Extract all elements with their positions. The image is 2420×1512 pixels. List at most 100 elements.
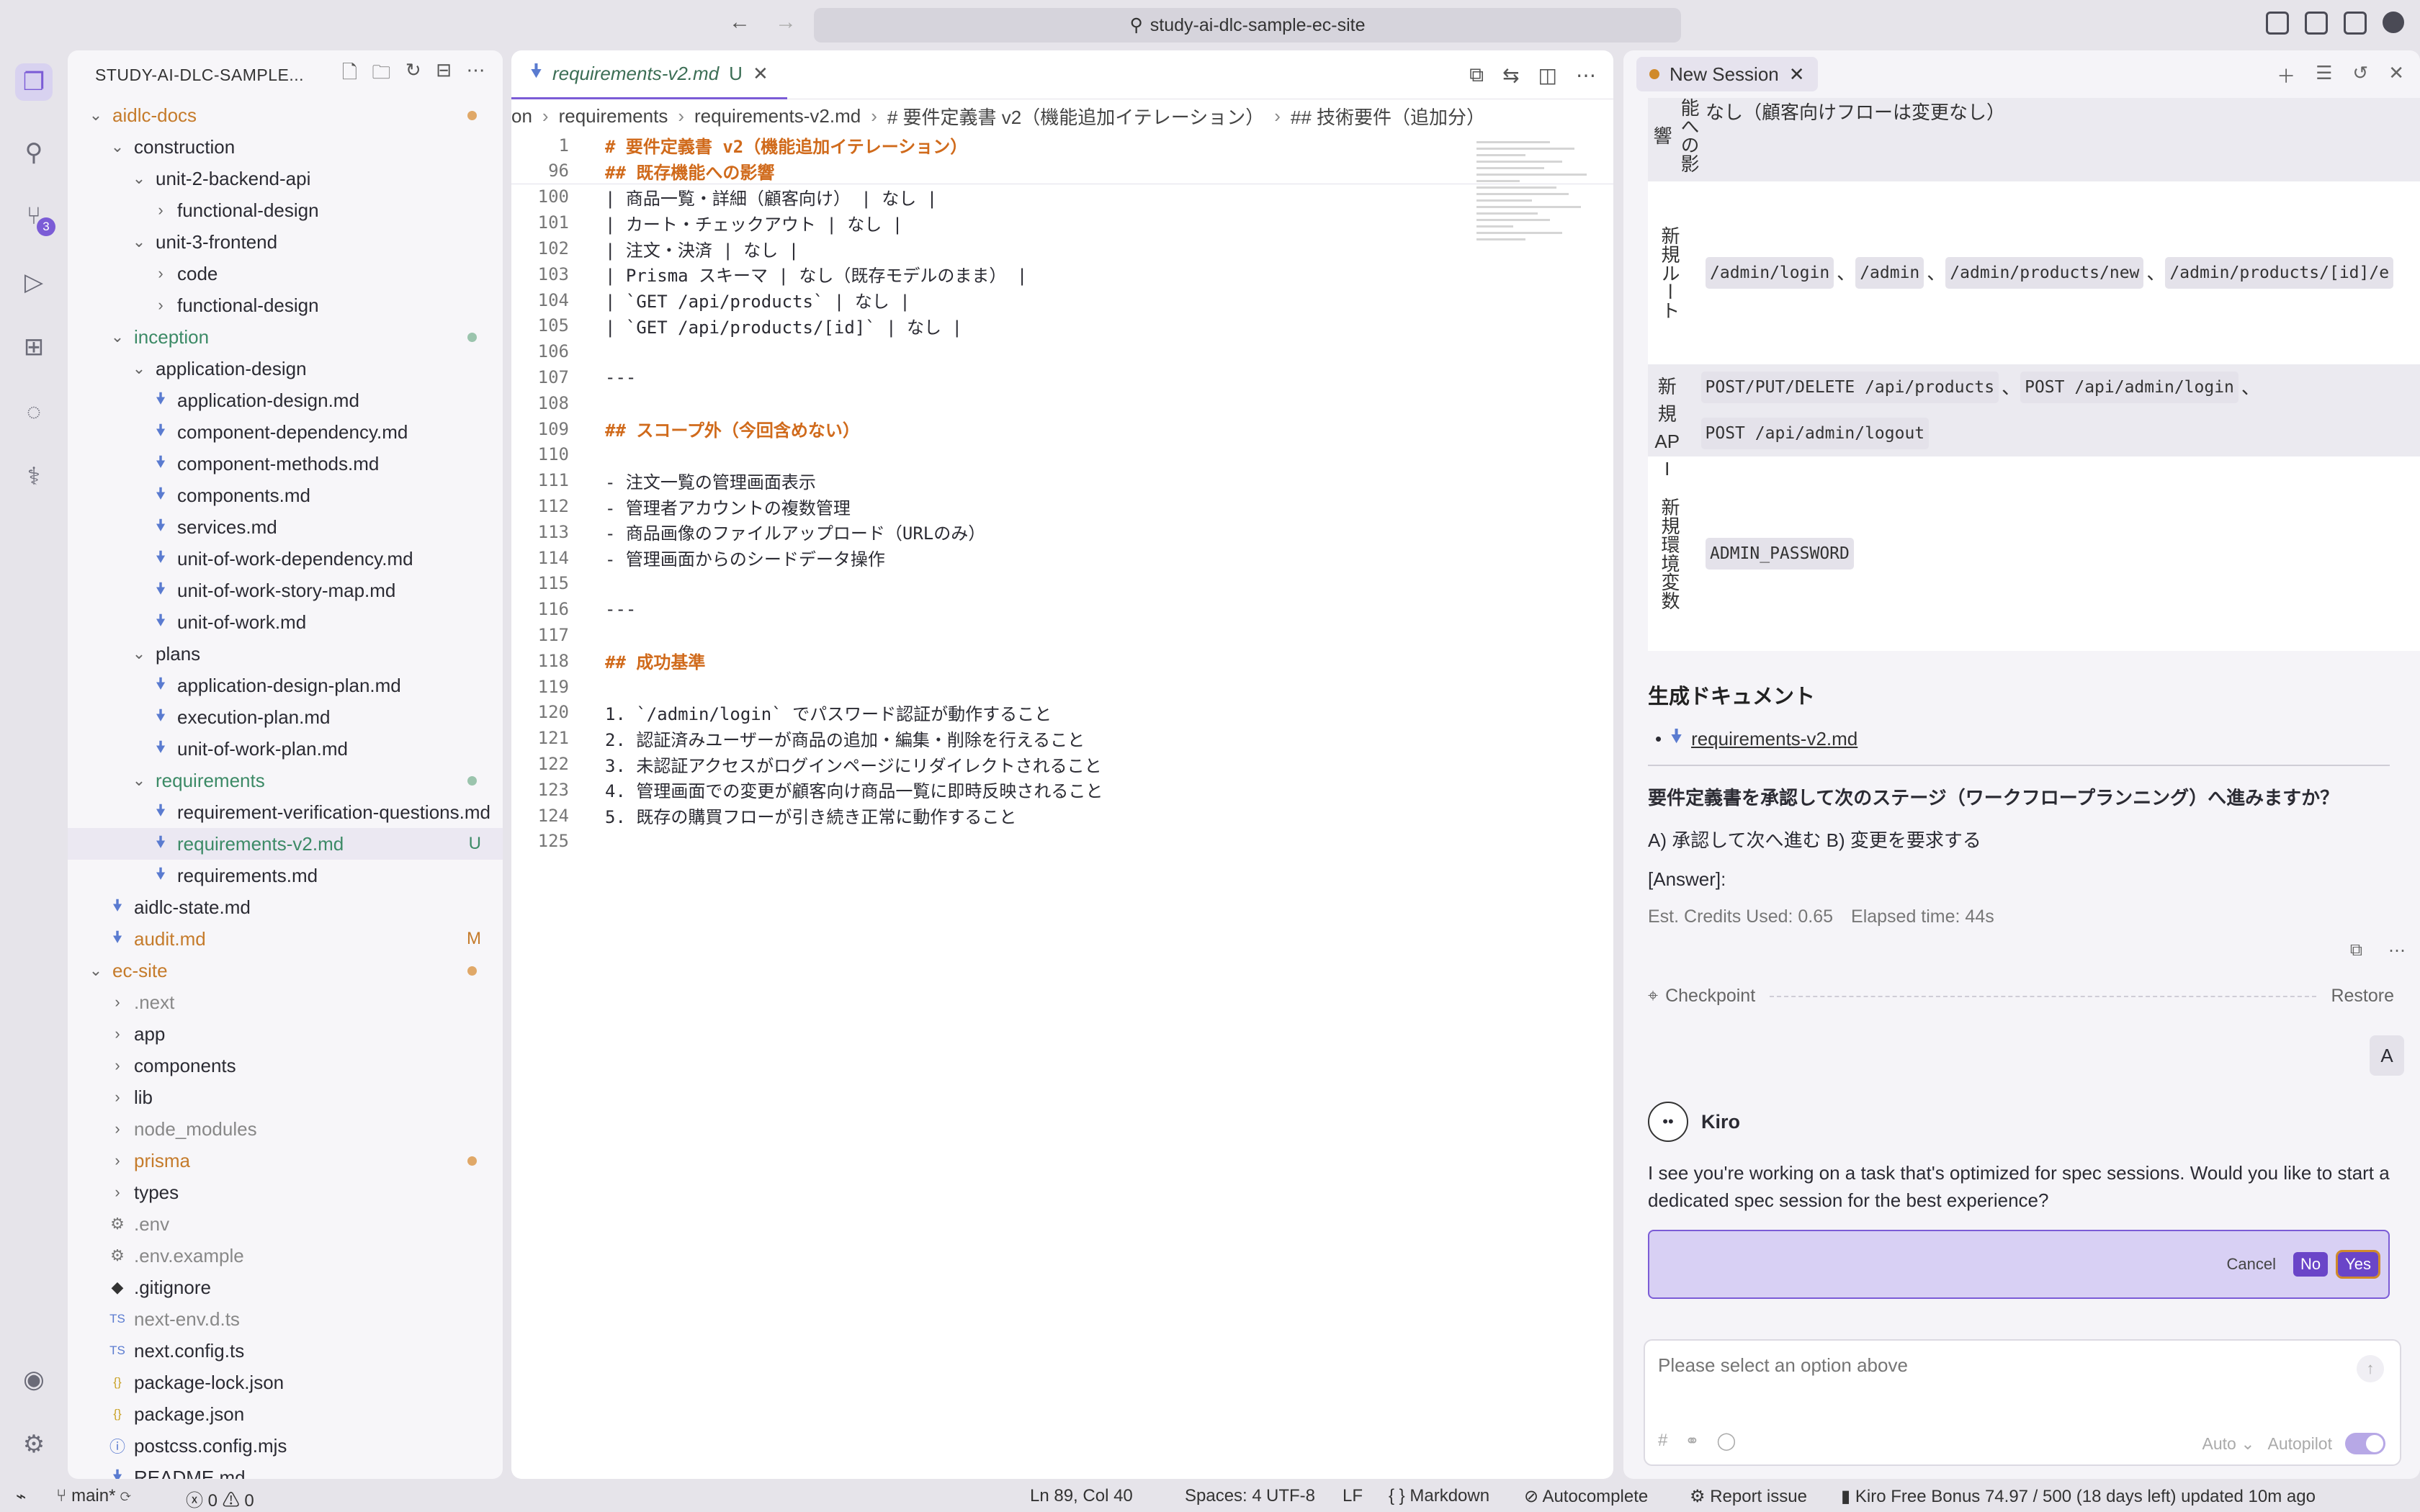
encoding[interactable]: UTF-8 <box>1266 1486 1315 1506</box>
editor-tab[interactable]: 🠟 requirements-v2.md U ✕ <box>511 50 787 99</box>
tree-file[interactable]: 🠟 requirement-verification-questions.md <box>68 796 503 828</box>
tree-file[interactable]: 🠟 audit.md M <box>68 923 503 955</box>
tree-folder[interactable]: › types <box>68 1176 503 1208</box>
sync-icon[interactable]: ⟳ <box>120 1486 130 1506</box>
account-icon[interactable]: ◉ <box>15 1361 53 1398</box>
session-list-icon[interactable]: ☰ <box>2316 62 2332 89</box>
chat-input[interactable] <box>1657 1354 2305 1377</box>
tree-file[interactable]: 🠟 application-design.md <box>68 384 503 416</box>
minimap[interactable] <box>1476 137 1599 410</box>
tree-file[interactable]: 🠟 execution-plan.md <box>68 701 503 733</box>
tree-folder[interactable]: › app <box>68 1018 503 1050</box>
close-panel-icon[interactable]: ✕ <box>2388 62 2404 89</box>
tree-file[interactable]: ◆ .gitignore <box>68 1272 503 1303</box>
indentation[interactable]: Spaces: 4 <box>1185 1486 1262 1506</box>
breadcrumb-item[interactable]: requirements <box>559 105 668 127</box>
tree-file[interactable]: {} package.json <box>68 1398 503 1430</box>
breadcrumb-item[interactable]: ## 技術要件（追加分） <box>1291 103 1485 130</box>
settings-gear-icon[interactable]: ⚙ <box>15 1426 53 1463</box>
tree-file[interactable]: TS next-env.d.ts <box>68 1303 503 1335</box>
command-search[interactable]: ⚲ study-ai-dlc-sample-ec-site <box>814 8 1681 42</box>
tree-folder[interactable]: › lib <box>68 1081 503 1113</box>
tree-file[interactable]: ⚙ .env.example <box>68 1240 503 1272</box>
circle-icon[interactable]: ◯ <box>1716 1431 1736 1452</box>
tree-folder[interactable]: › functional-design <box>68 289 503 321</box>
tree-folder[interactable]: ⌄ construction <box>68 131 503 163</box>
tree-file[interactable]: 🠟 services.md <box>68 511 503 543</box>
search-icon[interactable]: ⚲ <box>15 134 53 171</box>
hash-icon[interactable]: # <box>1658 1431 1667 1452</box>
autocomplete-status[interactable]: ⊘ Autocomplete <box>1524 1486 1648 1507</box>
branch-indicator[interactable]: ⑂ main* ⟳ <box>56 1486 131 1506</box>
close-icon[interactable]: ✕ <box>753 63 768 85</box>
tree-folder[interactable]: ⌄ requirements <box>68 765 503 796</box>
split-editor-icon[interactable]: ◫ <box>1538 63 1557 87</box>
tree-file[interactable]: ⚙ .env <box>68 1208 503 1240</box>
tree-file[interactable]: 🠟 README.md <box>68 1462 503 1480</box>
cancel-button[interactable]: Cancel <box>2220 1252 2283 1277</box>
tree-file[interactable]: 🠟 component-methods.md <box>68 448 503 480</box>
cursor-position[interactable]: Ln 89, Col 40 <box>1030 1486 1133 1506</box>
send-arrow-icon[interactable]: ↑ <box>2357 1355 2384 1382</box>
code-view[interactable]: 1 # 要件定義書 v2（機能追加イテレーション） 96 ## 既存機能への影響 100… <box>511 132 1613 854</box>
tree-file[interactable]: 🠟 requirements-v2.md U <box>68 828 503 860</box>
copy-icon[interactable]: ⧉ <box>2350 940 2362 961</box>
close-icon[interactable]: ✕ <box>1789 63 1805 86</box>
back-arrow-icon[interactable]: ← <box>729 10 750 35</box>
chat-toggle-icon[interactable] <box>2383 12 2404 33</box>
run-debug-icon[interactable]: ▷ <box>15 264 53 301</box>
kiro-ghost-icon[interactable]: ◌ <box>15 393 53 431</box>
mcp-icon[interactable]: ⚕ <box>15 458 53 495</box>
new-folder-icon[interactable]: 🗀 <box>372 59 391 91</box>
tree-folder[interactable]: › components <box>68 1050 503 1081</box>
collapse-all-icon[interactable]: ⊟ <box>436 59 452 91</box>
more-actions-icon[interactable]: ⋯ <box>1576 63 1596 87</box>
tree-folder[interactable]: › .next <box>68 986 503 1018</box>
line-ending[interactable]: LF <box>1343 1486 1363 1506</box>
no-button[interactable]: No <box>2293 1252 2329 1277</box>
breadcrumb-item[interactable]: on <box>511 105 532 127</box>
extensions-icon[interactable]: ⊞ <box>15 328 53 366</box>
breadcrumb-item[interactable]: # 要件定義書 v2（機能追加イテレーション） <box>887 103 1264 130</box>
model-selector[interactable]: Auto ⌄ <box>2202 1434 2254 1454</box>
attach-icon[interactable]: ⚭ <box>1685 1431 1699 1452</box>
tree-folder[interactable]: › prisma <box>68 1145 503 1176</box>
tree-folder[interactable]: › node_modules <box>68 1113 503 1145</box>
tree-folder[interactable]: ⌄ ec-site <box>68 955 503 986</box>
tree-file[interactable]: ⓘ postcss.config.mjs <box>68 1430 503 1462</box>
tree-folder[interactable]: ⌄ plans <box>68 638 503 670</box>
new-file-icon[interactable]: 🗋 <box>342 59 357 91</box>
tree-file[interactable]: 🠟 requirements.md <box>68 860 503 891</box>
autopilot-toggle[interactable] <box>2345 1433 2385 1454</box>
tree-folder[interactable]: ⌄ unit-3-frontend <box>68 226 503 258</box>
new-session-icon[interactable]: ＋ <box>2277 62 2295 89</box>
forward-arrow-icon[interactable]: → <box>775 10 797 35</box>
chat-session-tab[interactable]: New Session ✕ <box>1636 57 1818 91</box>
report-issue[interactable]: ⚙ Report issue <box>1690 1486 1807 1507</box>
explorer-icon[interactable]: ❐ <box>15 63 53 101</box>
remote-icon[interactable]: ⌁ <box>16 1486 26 1507</box>
customize-layout-icon[interactable] <box>2266 12 2289 35</box>
language-mode[interactable]: { } Markdown <box>1389 1486 1489 1506</box>
generated-doc-link[interactable]: requirements-v2.md <box>1691 728 1857 750</box>
source-control-icon[interactable]: ⑂ 3 <box>15 197 55 236</box>
tree-file[interactable]: 🠟 aidlc-state.md <box>68 891 503 923</box>
problems-indicator[interactable]: ⓧ 0 ⚠ 0 <box>186 1486 254 1511</box>
tree-folder[interactable]: ⌄ application-design <box>68 353 503 384</box>
toggle-sidebar-icon[interactable] <box>2305 12 2328 35</box>
history-icon[interactable]: ↺ <box>2352 62 2368 89</box>
tree-file[interactable]: 🠟 component-dependency.md <box>68 416 503 448</box>
tree-file[interactable]: TS next.config.ts <box>68 1335 503 1367</box>
more-icon[interactable]: ⋯ <box>467 59 486 91</box>
tree-folder[interactable]: › functional-design <box>68 194 503 226</box>
toggle-panel-icon[interactable] <box>2344 12 2367 35</box>
kiro-bonus-status[interactable]: ▮ Kiro Free Bonus 74.97 / 500 (18 days l… <box>1841 1486 2316 1507</box>
open-preview-icon[interactable]: ⧉ <box>1469 63 1484 87</box>
tree-file[interactable]: 🠟 unit-of-work-dependency.md <box>68 543 503 575</box>
tree-folder[interactable]: › code <box>68 258 503 289</box>
tree-file[interactable]: 🠟 unit-of-work.md <box>68 606 503 638</box>
tree-file[interactable]: 🠟 application-design-plan.md <box>68 670 503 701</box>
refresh-icon[interactable]: ↻ <box>405 59 421 91</box>
tree-file[interactable]: 🠟 unit-of-work-plan.md <box>68 733 503 765</box>
tree-file[interactable]: 🠟 components.md <box>68 480 503 511</box>
